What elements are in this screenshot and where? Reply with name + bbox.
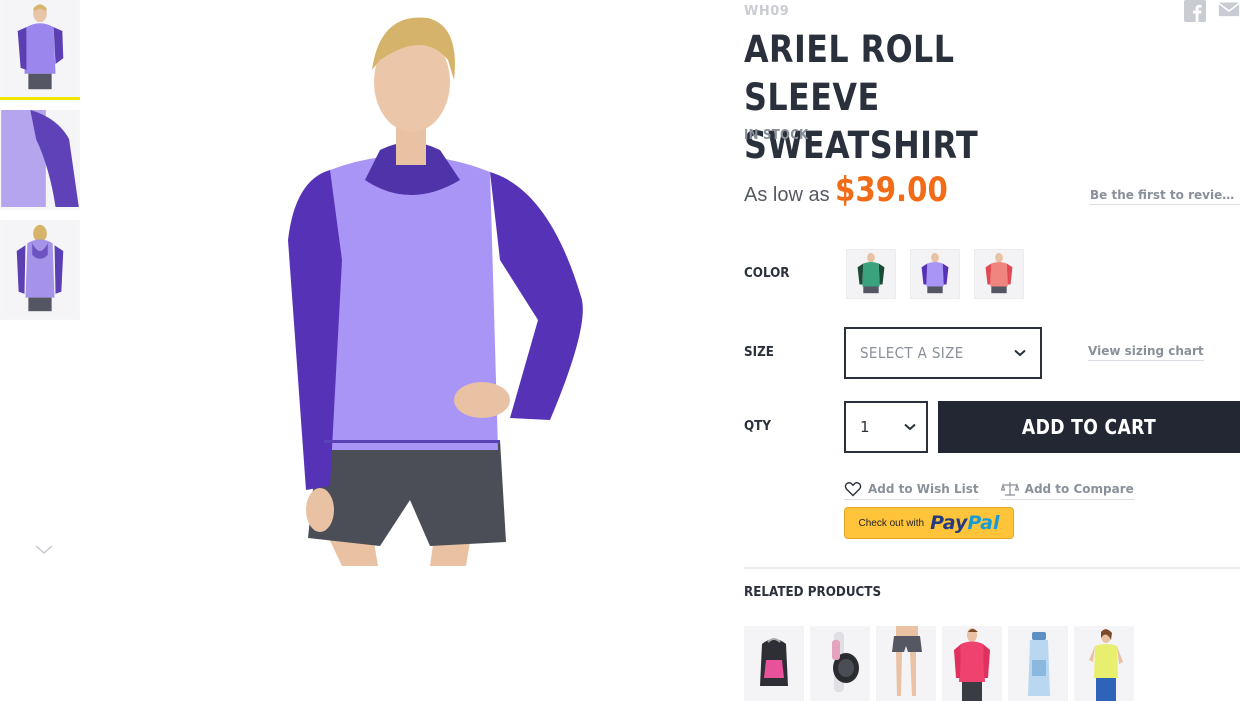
chevron-down-icon bbox=[904, 423, 916, 431]
wishlist-label: Add to Wish List bbox=[868, 482, 979, 496]
thumbnail-front[interactable] bbox=[0, 0, 80, 100]
color-swatches bbox=[846, 249, 1024, 299]
product-info: WH09 ARIEL ROLL SLEEVE SWEATSHIRT IN STO… bbox=[744, 0, 1240, 701]
paypal-logo-pay: Pay bbox=[930, 512, 968, 534]
product-title: ARIEL ROLL SLEEVE SWEATSHIRT bbox=[744, 28, 979, 167]
related-product-pink-hoodie[interactable] bbox=[942, 626, 1002, 701]
secondary-actions: Add to Wish List Add to Compare bbox=[844, 481, 1134, 500]
color-label: COLOR bbox=[744, 266, 790, 281]
stock-status: IN STOCK bbox=[744, 128, 809, 143]
qty-value: 1 bbox=[860, 418, 870, 436]
add-to-cart-label: ADD TO CART bbox=[1021, 415, 1157, 439]
price-prefix: As low as bbox=[744, 184, 830, 206]
thumbnail-sleeve-detail[interactable] bbox=[0, 110, 80, 210]
qty-select[interactable]: 1 bbox=[844, 401, 928, 453]
paypal-logo: PayPal bbox=[930, 512, 999, 534]
related-product-shorts[interactable] bbox=[876, 626, 936, 701]
sizing-chart-link[interactable]: View sizing chart bbox=[1088, 344, 1204, 361]
add-to-compare-link[interactable]: Add to Compare bbox=[1000, 481, 1134, 500]
divider bbox=[744, 567, 1240, 569]
size-select[interactable]: SELECT A SIZE bbox=[844, 327, 1042, 379]
share-links bbox=[1184, 0, 1240, 23]
heart-icon bbox=[844, 482, 862, 497]
paypal-logo-pal: Pal bbox=[967, 512, 1000, 534]
swatch-red[interactable] bbox=[974, 249, 1024, 299]
product-sku: WH09 bbox=[744, 4, 790, 19]
chevron-down-icon[interactable] bbox=[34, 543, 54, 557]
thumbnail-gallery bbox=[0, 0, 80, 330]
related-product-watch[interactable] bbox=[810, 626, 870, 701]
chevron-down-icon bbox=[1014, 349, 1026, 357]
add-to-wishlist-link[interactable]: Add to Wish List bbox=[844, 481, 979, 500]
size-select-value: SELECT A SIZE bbox=[860, 344, 964, 362]
price-row: As low as $39.00 bbox=[744, 170, 966, 210]
main-product-image bbox=[80, 0, 700, 566]
paypal-prefix: Check out with bbox=[858, 517, 925, 529]
size-label: SIZE bbox=[744, 345, 774, 360]
thumbnail-back[interactable] bbox=[0, 220, 80, 320]
related-product-water-bottle[interactable] bbox=[1008, 626, 1068, 701]
facebook-icon[interactable] bbox=[1184, 0, 1206, 23]
qty-label: QTY bbox=[744, 419, 771, 434]
related-product-backpack[interactable] bbox=[744, 626, 804, 701]
related-products-list bbox=[744, 626, 1134, 701]
swatch-purple[interactable] bbox=[910, 249, 960, 299]
related-products-title: RELATED PRODUCTS bbox=[744, 585, 882, 600]
compare-label: Add to Compare bbox=[1024, 482, 1134, 496]
product-price: $39.00 bbox=[834, 170, 948, 210]
related-product-yellow-tee[interactable] bbox=[1074, 626, 1134, 701]
swatch-green[interactable] bbox=[846, 249, 896, 299]
scale-icon bbox=[1000, 482, 1019, 496]
mail-icon[interactable] bbox=[1218, 0, 1240, 22]
review-link[interactable]: Be the first to review t... bbox=[1090, 188, 1240, 205]
add-to-cart-button[interactable]: ADD TO CART bbox=[938, 401, 1240, 453]
paypal-checkout-button[interactable]: Check out with PayPal bbox=[844, 507, 1014, 539]
